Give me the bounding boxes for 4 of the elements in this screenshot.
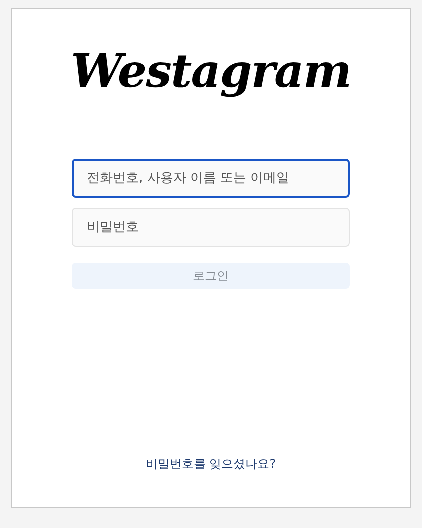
username-field[interactable]: 전화번호, 사용자 이름 또는 이메일 (72, 159, 350, 198)
password-field[interactable]: 비밀번호 (72, 208, 350, 247)
logo: Westagram (70, 43, 351, 100)
forgot-password-link[interactable]: 비밀번호를 잊으셨나요? (146, 456, 276, 473)
